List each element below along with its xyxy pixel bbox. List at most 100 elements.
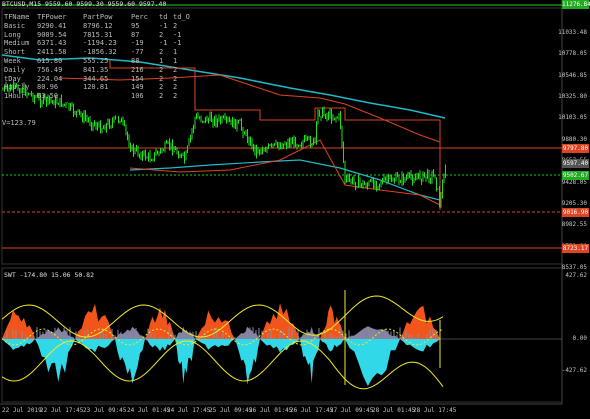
table-cell: 95 [131, 21, 140, 30]
oscillator-area-cyan [195, 339, 235, 350]
table-cell: 9009.54 [37, 30, 67, 39]
table-cell: 7815.31 [83, 30, 113, 39]
table-row: Short 2411.58 -1856.32 -77 2 1 [4, 48, 185, 57]
oscillator-area-orange [195, 310, 235, 339]
oscillator-area-cyan [400, 339, 440, 352]
time-axis-label: 24 Jul 17:45 [167, 407, 211, 414]
table-cell: Daily [4, 65, 26, 74]
table-cell: 154 [131, 74, 144, 83]
table-cell: 87 [131, 30, 140, 39]
table-cell: 841.35 [83, 65, 109, 74]
oscillator-area-cyan [35, 339, 75, 382]
table-cell: 2 [173, 74, 178, 83]
power-table: TFName TFPower PartPow Perc td td_O Basic 9290.… [4, 13, 190, 101]
oscillator-area-orange [320, 305, 345, 339]
price-tag: 9797.80 [562, 144, 589, 153]
table-row: Long 9009.54 7815.31 87 2 -1 [4, 31, 185, 40]
table-cell: 2 [159, 30, 164, 39]
oscillator-area-cyan [345, 339, 400, 386]
table-cell: Hourly [4, 83, 30, 92]
price-axis-label: 9880.30 [561, 135, 587, 143]
time-axis-label: 23 Jul 09:45 [83, 407, 127, 414]
table-cell: 1 [159, 56, 164, 65]
indicator-plot [1, 290, 562, 390]
time-axis-label: 22 Jul 17:45 [40, 407, 84, 414]
price-axis-label: 10778.05 [558, 50, 587, 58]
table-cell: 2 [159, 65, 164, 74]
table-cell: 106 [131, 92, 144, 101]
oscillator-area-cyan [75, 339, 115, 353]
table-cell: 120.81 [83, 83, 109, 92]
table-cell: 88 [131, 56, 140, 65]
price-tag: 8723.17 [562, 244, 589, 253]
oscillator-area-cyan [2, 339, 35, 350]
time-axis-label: 28 Jul 01:45 [372, 407, 416, 414]
table-cell: 2 [173, 21, 178, 30]
price-axis-label: 8537.05 [561, 264, 587, 271]
table-row: TFName TFPower PartPow Perc td td_O [4, 13, 190, 22]
table-cell: 2 [173, 83, 178, 92]
price-tag: 9597.40 [562, 159, 589, 168]
table-row: Basic 9290.41 8796.12 95 -1 2 [4, 22, 185, 31]
table-cell: 344.65 [83, 74, 109, 83]
table-cell: 6371.43 [37, 39, 67, 48]
table-cell: Short [4, 48, 26, 57]
table-cell: -77 [131, 48, 144, 57]
time-axis-label: 28 Jul 17:45 [413, 407, 457, 414]
table-cell: -1 [159, 21, 168, 30]
table-cell: 9290.41 [37, 21, 67, 30]
chart-window[interactable]: BTCUSD,M15 9559.60 9599.30 9559.60 9597.… [0, 0, 590, 419]
table-cell: 756.49 [37, 65, 63, 74]
table-cell: -1194.23 [83, 39, 117, 48]
oscillator-area-cyan [175, 339, 195, 384]
table-cell: 63.50 [37, 92, 59, 101]
table-cell: 2 [159, 83, 164, 92]
price-tag: 9016.90 [562, 208, 589, 217]
time-axis-label: 26 Jul 01:45 [249, 407, 293, 414]
table-cell: 80.96 [37, 83, 59, 92]
table-cell: Perc [131, 13, 148, 21]
table-cell: 555.25 [83, 56, 109, 65]
table-row: Week 615.80 555.25 88 1 1 [4, 57, 185, 66]
table-cell: 1 [173, 56, 178, 65]
time-axis-label: 22 Jul 2019 [2, 407, 42, 414]
chart-title: BTCUSD,M15 9559.60 9599.30 9559.60 9597.… [2, 0, 167, 8]
price-axis-label: 10546.85 [558, 71, 587, 79]
table-cell: TFPower [37, 13, 67, 21]
table-cell: 1Hour [4, 92, 26, 101]
table-cell: Medium [4, 39, 30, 48]
table-row: tDay 224.04 344.65 154 2 2 [4, 75, 185, 84]
time-axis-label: 24 Jul 01:45 [127, 407, 171, 414]
price-axis-label: 11033.48 [558, 29, 587, 36]
price-axis-label: 10325.80 [558, 93, 587, 101]
price-tag: 9502.67 [562, 171, 589, 180]
table-cell: td [159, 13, 168, 21]
table-cell: TFName [4, 13, 30, 21]
table-cell: 2 [159, 48, 164, 57]
table-cell: 2 [159, 74, 164, 83]
table-cell: -1 [173, 39, 182, 48]
indicator-axis-label: -427.62 [561, 367, 587, 374]
table-cell: Week [4, 56, 21, 65]
oscillator-area-cyan [235, 339, 260, 385]
table-cell: 2 [159, 92, 164, 101]
oscillator-area-cyan [320, 339, 345, 352]
table-cell: td_O [173, 13, 190, 21]
table-cell: -1856.32 [83, 48, 117, 57]
oscillator-area-cyan [145, 339, 175, 351]
oscillator-area-cyan [260, 339, 300, 353]
table-cell: Long [4, 30, 21, 39]
oscillator-area-orange [145, 307, 175, 339]
time-axis-label: 25 Jul 09:45 [209, 407, 253, 414]
table-row: Hourly 80.96 120.81 149 2 2 [4, 83, 185, 92]
table-row: Daily 756.49 841.35 216 2 2 [4, 66, 185, 75]
table-cell: PartPow [83, 13, 113, 21]
table-cell: Basic [4, 21, 26, 30]
table-cell: 2411.58 [37, 48, 67, 57]
price-axis-label: 10103.05 [558, 114, 587, 122]
oscillator-area-orange [75, 303, 115, 339]
v-value: V=123.79 [2, 119, 36, 127]
table-cell: -19 [131, 39, 144, 48]
price-tag: 11276.84 [562, 0, 590, 9]
table-cell: 2 [173, 92, 178, 101]
